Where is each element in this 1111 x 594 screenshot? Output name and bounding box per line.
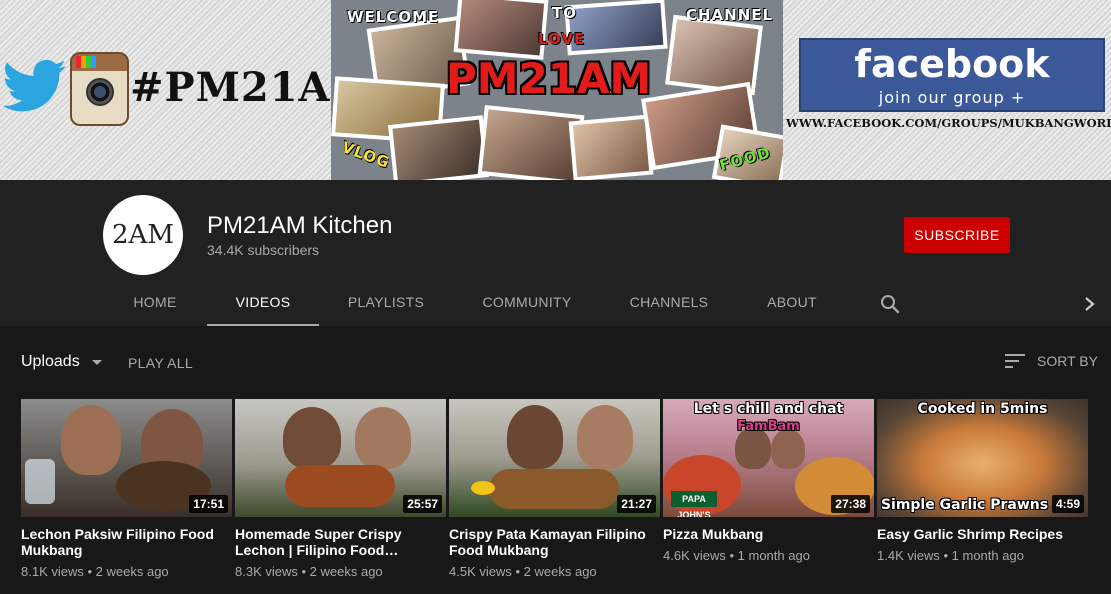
collage-word: CHANNEL — [686, 6, 774, 24]
subscribe-button[interactable]: SUBSCRIBE — [904, 217, 1010, 253]
video-meta: 4.6K views • 1 month ago — [663, 548, 810, 563]
video-age: 2 weeks ago — [95, 564, 169, 579]
tab-channels[interactable]: CHANNELS — [616, 280, 722, 326]
facebook-group-url: WWW.FACEBOOK.COM/GROUPS/MUKBANGWORLD — [786, 116, 1111, 130]
tab-community[interactable]: COMMUNITY — [469, 280, 585, 326]
video-title[interactable]: Crispy Pata Kamayan Filipino Food Mukban… — [449, 526, 660, 558]
uploads-label: Uploads — [21, 353, 80, 370]
collage-title: PM21AM — [446, 54, 652, 103]
banner-collage: WELCOME TO LOVE CHANNEL VLOG FOOD PM21AM — [331, 0, 783, 180]
subscriber-count: 34.4K subscribers — [207, 242, 320, 258]
thumbnail-caption: FamBam — [737, 419, 800, 434]
video-views: 4.5K views — [449, 564, 512, 579]
video-card[interactable]: 17:51 Lechon Paksiw Filipino Food Mukban… — [21, 399, 232, 579]
video-thumbnail[interactable]: 21:27 — [449, 399, 660, 517]
video-views: 8.1K views — [21, 564, 84, 579]
thumbnail-caption: Simple Garlic Prawns — [880, 497, 1049, 513]
video-views: 8.3K views — [235, 564, 298, 579]
channel-header: 2AM PM21AM Kitchen 34.4K subscribers SUB… — [0, 180, 1111, 326]
collage-word: WELCOME — [347, 8, 440, 26]
tab-about[interactable]: ABOUT — [753, 280, 831, 326]
videos-toolbar: Uploads PLAY ALL SORT BY — [0, 326, 1111, 396]
video-title[interactable]: Easy Garlic Shrimp Recipes — [877, 526, 1088, 542]
collage-word: LOVE — [538, 30, 586, 48]
chevron-right-icon[interactable] — [1080, 292, 1100, 316]
video-meta: 4.5K views • 2 weeks ago — [449, 564, 597, 579]
channel-tabs: HOME VIDEOS PLAYLISTS COMMUNITY CHANNELS… — [0, 280, 1111, 326]
facebook-join-text: join our group + — [878, 88, 1026, 107]
instagram-icon — [70, 52, 129, 126]
tab-home[interactable]: HOME — [115, 280, 195, 326]
video-title[interactable]: Lechon Paksiw Filipino Food Mukbang — [21, 526, 232, 558]
collage-word: TO — [552, 4, 577, 22]
play-all-button[interactable]: PLAY ALL — [128, 355, 193, 371]
video-views: 1.4K views — [877, 548, 940, 563]
channel-name: PM21AM Kitchen — [207, 212, 393, 239]
video-views: 4.6K views — [663, 548, 726, 563]
uploads-dropdown[interactable]: Uploads — [21, 353, 102, 371]
video-duration: 4:59 — [1051, 495, 1084, 513]
channel-avatar[interactable]: 2AM — [103, 195, 183, 275]
thumbnail-caption: Let s chill and chat — [693, 401, 844, 417]
facebook-group-badge: facebook join our group + — [799, 38, 1105, 112]
channel-banner: #PM21AM WELCOME TO LOVE CHANNEL VLOG FOO… — [0, 0, 1111, 180]
video-meta: 1.4K views • 1 month ago — [877, 548, 1024, 563]
video-age: 1 month ago — [951, 548, 1024, 563]
video-thumbnail[interactable]: Cooked in 5mins Simple Garlic Prawns 4:5… — [877, 399, 1088, 517]
video-card[interactable]: Cooked in 5mins Simple Garlic Prawns 4:5… — [877, 399, 1088, 563]
video-age: 2 weeks ago — [309, 564, 383, 579]
video-card[interactable]: 25:57 Homemade Super Crispy Lechon | Fil… — [235, 399, 446, 579]
collage-word: VLOG — [339, 138, 393, 172]
video-age: 2 weeks ago — [523, 564, 597, 579]
thumbnail-logo-text: PAPA JOHN'S — [671, 491, 717, 517]
video-duration: 21:27 — [617, 495, 656, 513]
video-card[interactable]: 21:27 Crispy Pata Kamayan Filipino Food … — [449, 399, 660, 579]
video-title[interactable]: Pizza Mukbang — [663, 526, 874, 542]
sort-by-label: SORT BY — [1037, 353, 1098, 369]
facebook-wordmark: facebook — [854, 42, 1050, 86]
caret-down-icon — [91, 359, 102, 365]
video-card[interactable]: PAPA JOHN'S Let s chill and chat FamBam … — [663, 399, 874, 563]
search-icon[interactable] — [878, 292, 902, 316]
tab-videos[interactable]: VIDEOS — [207, 280, 319, 326]
twitter-bird-icon — [2, 59, 66, 112]
thumbnail-caption: Cooked in 5mins — [917, 401, 1048, 417]
sort-icon — [1005, 354, 1025, 368]
sort-by-button[interactable]: SORT BY — [1005, 353, 1098, 369]
video-duration: 17:51 — [189, 495, 228, 513]
video-age: 1 month ago — [737, 548, 810, 563]
video-duration: 27:38 — [831, 495, 870, 513]
video-thumbnail[interactable]: PAPA JOHN'S Let s chill and chat FamBam … — [663, 399, 874, 517]
video-thumbnail[interactable]: 25:57 — [235, 399, 446, 517]
video-duration: 25:57 — [403, 495, 442, 513]
video-meta: 8.3K views • 2 weeks ago — [235, 564, 383, 579]
video-title[interactable]: Homemade Super Crispy Lechon | Filipino … — [235, 526, 446, 558]
video-thumbnail[interactable]: 17:51 — [21, 399, 232, 517]
tab-playlists[interactable]: PLAYLISTS — [335, 280, 437, 326]
video-meta: 8.1K views • 2 weeks ago — [21, 564, 169, 579]
